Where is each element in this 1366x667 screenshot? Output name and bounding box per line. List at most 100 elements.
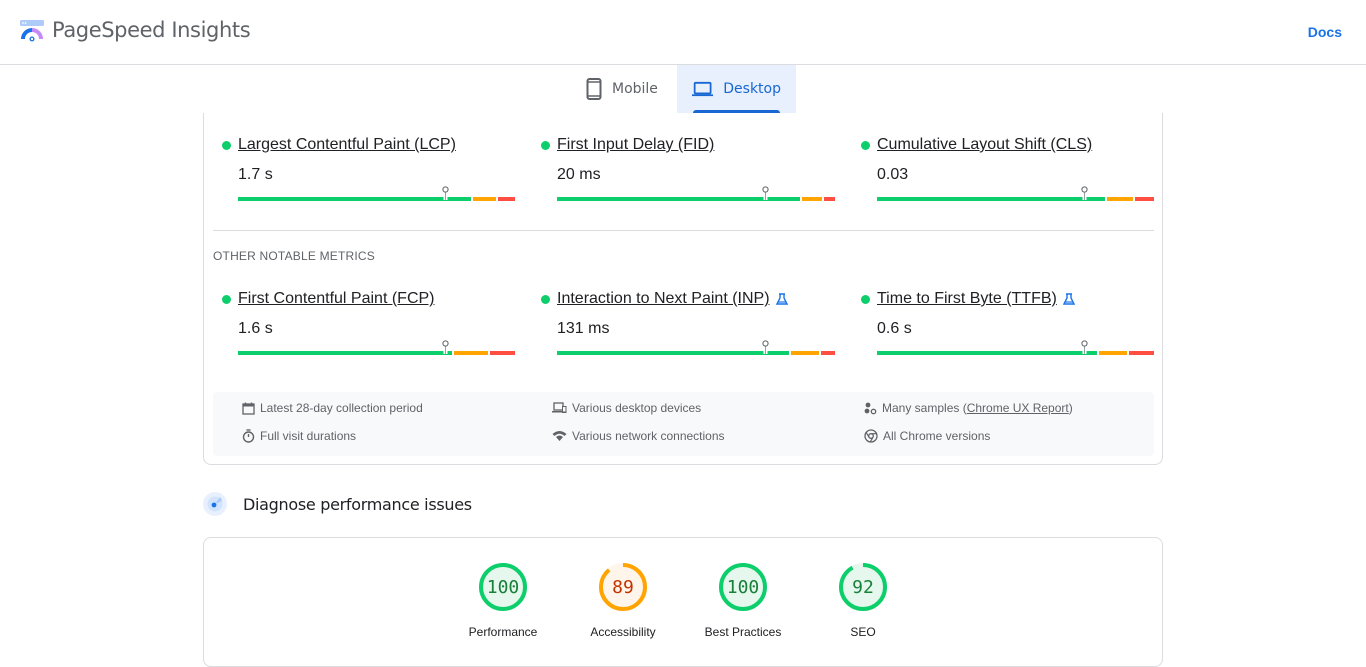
metric-fid: First Input Delay (FID) — [541, 136, 841, 154]
tab-mobile-label: Mobile — [612, 81, 658, 97]
samples-icon — [864, 402, 877, 414]
info-chrome-versions-text: All Chrome versions — [883, 429, 991, 443]
metric-inp-value: 131 ms — [557, 320, 610, 337]
calendar-icon — [242, 402, 255, 415]
diagnose-section-header: Diagnose performance issues — [203, 492, 472, 516]
p75-marker-icon — [1081, 186, 1088, 200]
metric-cls-link[interactable]: Cumulative Layout Shift (CLS) — [877, 136, 1092, 154]
chrome-icon — [864, 429, 878, 443]
section-divider — [213, 230, 1154, 231]
score-value: 100 — [727, 577, 760, 598]
smartphone-icon — [586, 78, 602, 100]
devices-icon — [552, 402, 567, 413]
distribution-bar-cls — [877, 186, 1154, 201]
metric-ttfb: Time to First Byte (TTFB) — [861, 290, 1161, 308]
distribution-segment-needs-improvement — [454, 351, 489, 355]
score-ring: 89 — [599, 563, 647, 611]
score-value: 92 — [852, 577, 874, 598]
device-tabs: Mobile Desktop — [572, 65, 796, 113]
network-wifi-icon — [552, 431, 567, 441]
docs-link[interactable]: Docs — [1308, 24, 1342, 40]
score-label: SEO — [850, 625, 876, 639]
lab-scores-card: 100 Performance 89 Accessibility 100 Best P… — [203, 537, 1163, 667]
metric-inp-link[interactable]: Interaction to Next Paint (INP) — [557, 290, 770, 308]
metric-cls: Cumulative Layout Shift (CLS) — [861, 136, 1161, 154]
stopwatch-icon — [242, 429, 255, 443]
tab-desktop-label: Desktop — [723, 81, 781, 97]
info-devices: Various desktop devices — [552, 401, 701, 415]
metric-ttfb-link[interactable]: Time to First Byte (TTFB) — [877, 290, 1057, 308]
score-label: Best Practices — [704, 625, 782, 639]
info-samples: Many samples (Chrome UX Report) — [864, 401, 1073, 415]
distribution-segment-needs-improvement — [473, 197, 497, 201]
metric-fcp: First Contentful Paint (FCP) — [222, 290, 522, 308]
other-metrics-heading: OTHER NOTABLE METRICS — [213, 249, 375, 263]
score-ring: 100 — [479, 563, 527, 611]
score-value: 89 — [612, 577, 634, 598]
chrome-ux-report-link[interactable]: Chrome UX Report — [967, 401, 1069, 415]
score-gauge-performance[interactable]: 100 Performance — [453, 562, 553, 639]
distribution-segment-needs-improvement — [801, 197, 822, 201]
laptop-icon — [692, 81, 714, 97]
p75-marker-icon — [442, 186, 449, 200]
status-dot-good — [861, 294, 870, 304]
app-title: PageSpeed Insights — [52, 18, 251, 42]
metric-lcp: Largest Contentful Paint (LCP) — [222, 136, 522, 154]
diagnose-title: Diagnose performance issues — [243, 494, 472, 514]
metric-fid-link[interactable]: First Input Delay (FID) — [557, 136, 714, 154]
metric-lcp-value: 1.7 s — [238, 166, 273, 183]
score-ring: 92 — [839, 563, 887, 611]
info-network: Various network connections — [552, 429, 725, 443]
distribution-segment-poor — [1129, 351, 1154, 355]
distribution-bar-lcp — [238, 186, 515, 201]
p75-marker-icon — [1081, 340, 1088, 354]
status-dot-good — [222, 140, 231, 150]
pagespeed-logo-icon — [20, 20, 44, 42]
diagnose-gauge-icon — [203, 492, 227, 516]
distribution-bar-fcp — [238, 340, 515, 355]
metric-inp: Interaction to Next Paint (INP) — [541, 290, 861, 308]
distribution-bar-inp — [557, 340, 835, 355]
score-label: Performance — [468, 625, 538, 639]
info-samples-suffix: ) — [1068, 401, 1073, 415]
experimental-flask-icon[interactable] — [1062, 293, 1075, 305]
status-dot-good — [861, 140, 870, 150]
metric-fcp-value: 1.6 s — [238, 320, 273, 337]
metric-ttfb-value: 0.6 s — [877, 320, 912, 337]
info-collection-period: Latest 28-day collection period — [242, 401, 423, 415]
info-chrome-versions: All Chrome versions — [864, 429, 990, 443]
distribution-segment-poor — [823, 197, 835, 201]
distribution-segment-needs-improvement — [1106, 197, 1133, 201]
distribution-bar-fid — [557, 186, 835, 201]
metric-fid-value: 20 ms — [557, 166, 601, 183]
top-bar: PageSpeed Insights Docs — [0, 0, 1366, 65]
score-label: Accessibility — [590, 625, 656, 639]
field-data-card: Largest Contentful Paint (LCP) First Inp… — [203, 113, 1163, 465]
info-samples-prefix: Many samples ( — [882, 401, 967, 415]
metric-fcp-link[interactable]: First Contentful Paint (FCP) — [238, 290, 435, 308]
metric-lcp-link[interactable]: Largest Contentful Paint (LCP) — [238, 136, 456, 154]
distribution-segment-poor — [498, 197, 515, 201]
status-dot-good — [541, 140, 550, 150]
distribution-segment-poor — [490, 351, 515, 355]
distribution-segment-needs-improvement — [1098, 351, 1128, 355]
p75-marker-icon — [762, 340, 769, 354]
score-gauge-seo[interactable]: 92 SEO — [813, 562, 913, 639]
tab-mobile[interactable]: Mobile — [572, 65, 677, 113]
info-visit-durations-text: Full visit durations — [260, 429, 357, 443]
status-dot-good — [541, 294, 550, 304]
tab-desktop[interactable]: Desktop — [677, 65, 796, 113]
distribution-segment-good — [238, 197, 472, 201]
info-collection-period-text: Latest 28-day collection period — [260, 401, 423, 415]
status-dot-good — [222, 294, 231, 304]
experimental-flask-icon[interactable] — [775, 293, 788, 305]
distribution-segment-good — [557, 351, 789, 355]
score-gauge-best-practices[interactable]: 100 Best Practices — [693, 562, 793, 639]
metric-cls-value: 0.03 — [877, 166, 909, 183]
data-info-panel: Latest 28-day collection period Full vis… — [213, 392, 1154, 456]
score-gauge-accessibility[interactable]: 89 Accessibility — [573, 562, 673, 639]
distribution-segment-good — [877, 197, 1105, 201]
distribution-segment-needs-improvement — [790, 351, 820, 355]
distribution-segment-good — [238, 351, 453, 355]
score-ring: 100 — [719, 563, 767, 611]
